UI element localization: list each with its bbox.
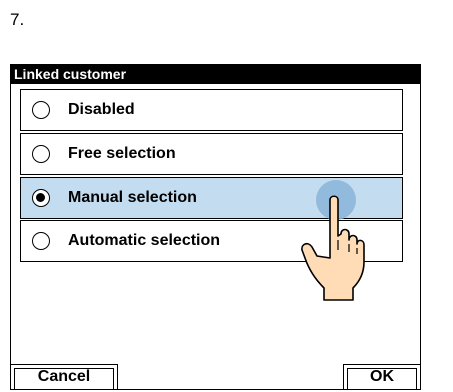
option-free-selection[interactable]: Free selection — [20, 133, 403, 175]
option-label: Automatic selection — [68, 232, 221, 249]
option-label: Disabled — [68, 101, 135, 118]
cancel-button[interactable]: Cancel — [10, 364, 118, 390]
radio-button[interactable] — [32, 145, 50, 163]
radio-button[interactable] — [32, 232, 50, 250]
ok-button[interactable]: OK — [343, 364, 421, 390]
option-label: Manual selection — [68, 189, 197, 206]
radio-button[interactable] — [32, 101, 50, 119]
step-number: 7. — [10, 10, 25, 29]
dialog-title: Linked customer — [11, 65, 420, 84]
hand-outline — [301, 195, 365, 301]
radio-button[interactable] — [32, 189, 50, 207]
option-label: Free selection — [68, 145, 176, 162]
radio-dot — [36, 193, 45, 202]
hand-pointer-icon — [301, 180, 365, 301]
option-disabled[interactable]: Disabled — [20, 89, 403, 131]
